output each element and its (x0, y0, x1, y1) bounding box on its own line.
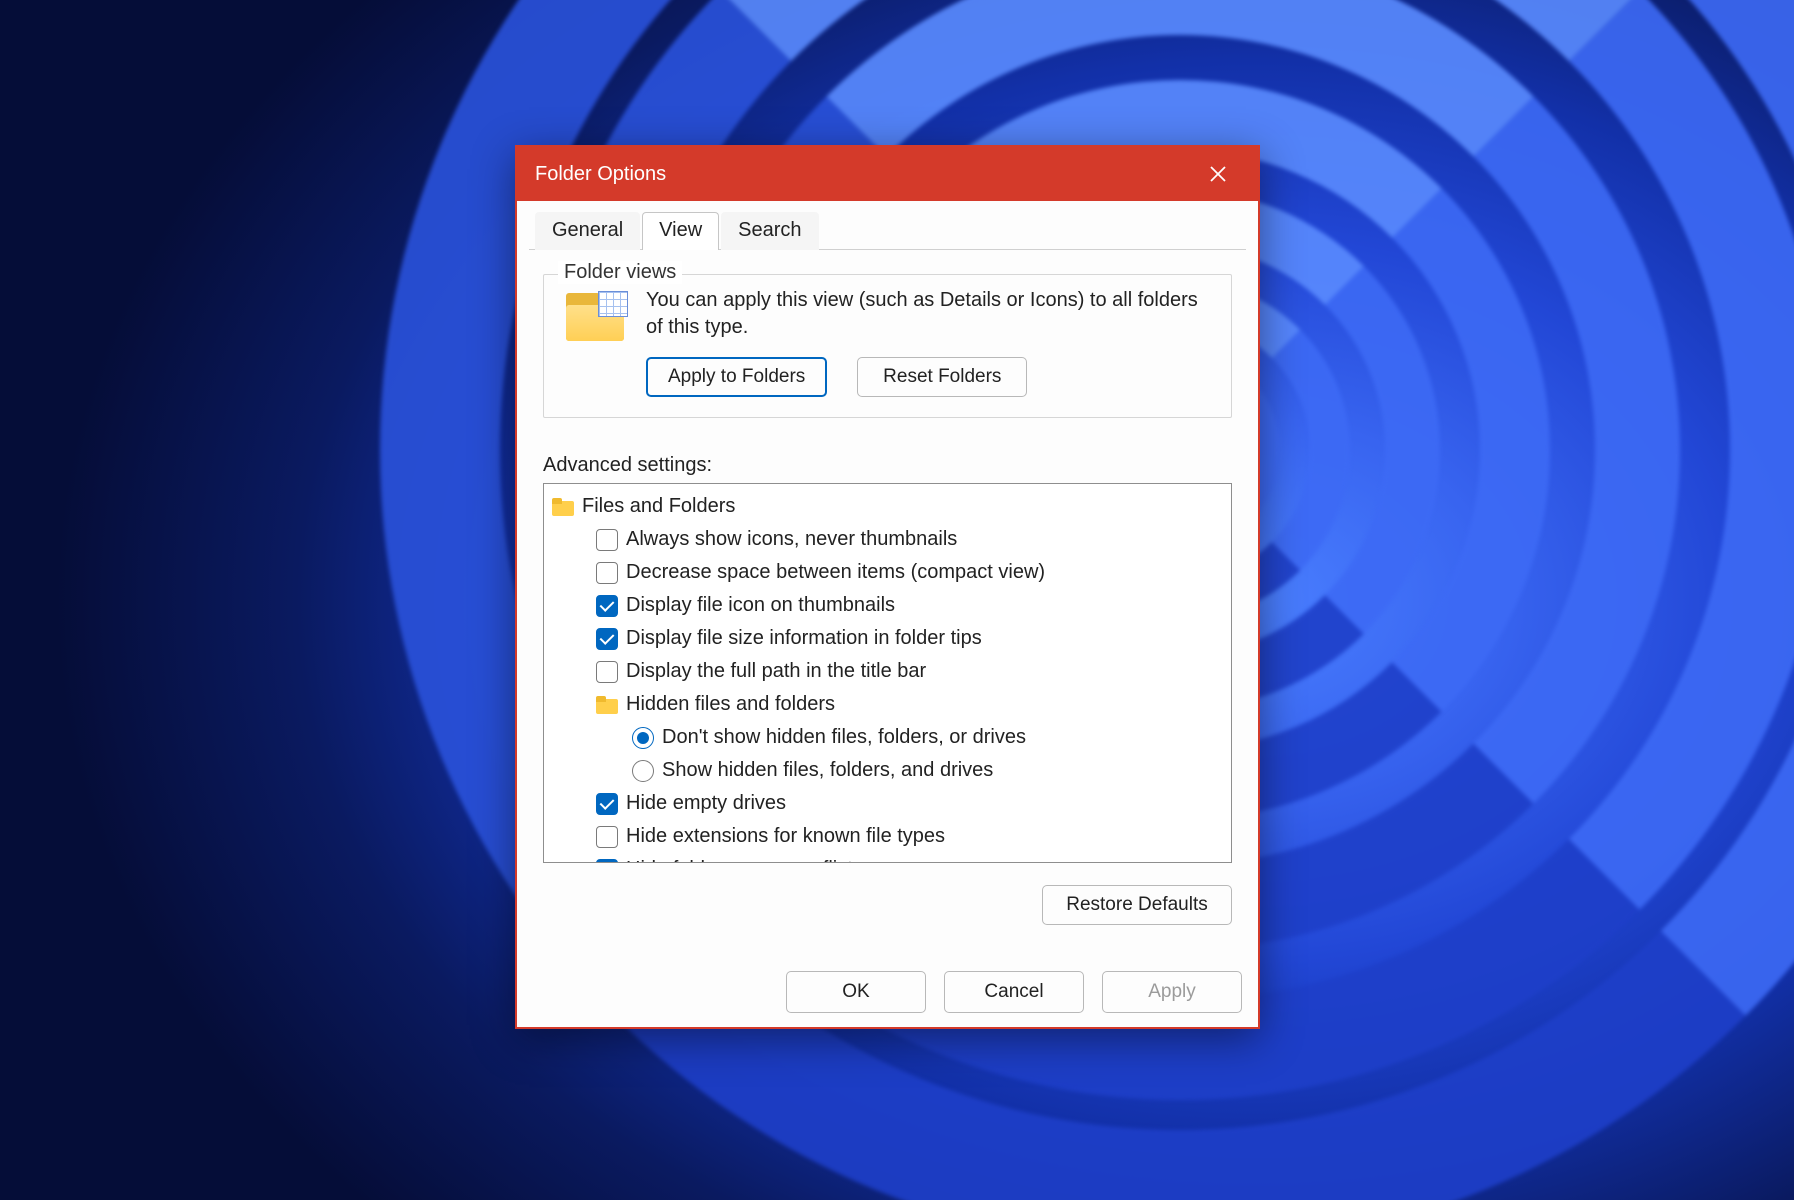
folder-views-description: You can apply this view (such as Details… (646, 287, 1213, 341)
radio-hidden-dont-show[interactable] (632, 727, 654, 749)
folder-views-group: Folder views You can apply this view (su… (543, 274, 1232, 418)
tree-label: Hidden files and folders (626, 691, 835, 718)
tree-label: Display the full path in the title bar (626, 658, 926, 685)
tree-label: Hide folder merge conflicts (626, 856, 863, 863)
checkbox-hide-empty[interactable] (596, 793, 618, 815)
tree-label: Always show icons, never thumbnails (626, 526, 957, 553)
tab-strip: General View Search (529, 201, 1246, 250)
folder-icon (552, 498, 574, 516)
checkbox-compact-view[interactable] (596, 562, 618, 584)
tree-item-hide-empty[interactable]: Hide empty drives (548, 787, 1227, 820)
tree-item-always-icons[interactable]: Always show icons, never thumbnails (548, 523, 1227, 556)
reset-folders-button[interactable]: Reset Folders (857, 357, 1027, 397)
tree-label: Files and Folders (582, 493, 735, 520)
checkbox-always-icons[interactable] (596, 529, 618, 551)
tree-item-full-path[interactable]: Display the full path in the title bar (548, 655, 1227, 688)
tree-group-files-folders: Files and Folders (548, 490, 1227, 523)
apply-to-folders-button[interactable]: Apply to Folders (646, 357, 827, 397)
tree-label: Display file size information in folder … (626, 625, 982, 652)
tree-group-hidden: Hidden files and folders (548, 688, 1227, 721)
tree-label: Show hidden files, folders, and drives (662, 757, 993, 784)
dialog-title: Folder Options (535, 163, 1196, 186)
restore-defaults-button[interactable]: Restore Defaults (1042, 885, 1232, 925)
tree-label: Hide empty drives (626, 790, 786, 817)
folder-views-icon (566, 293, 624, 341)
advanced-settings-tree[interactable]: Files and Folders Always show icons, nev… (543, 483, 1232, 863)
tree-item-hide-merge[interactable]: Hide folder merge conflicts (548, 853, 1227, 863)
tree-item-hidden-dont-show[interactable]: Don't show hidden files, folders, or dri… (548, 721, 1227, 754)
checkbox-icon-on-thumbs[interactable] (596, 595, 618, 617)
folder-icon (596, 696, 618, 714)
folder-views-legend: Folder views (558, 261, 682, 284)
tree-label: Display file icon on thumbnails (626, 592, 895, 619)
tree-item-icon-on-thumbs[interactable]: Display file icon on thumbnails (548, 589, 1227, 622)
folder-options-dialog: Folder Options General View Search Folde… (515, 145, 1260, 1029)
tree-item-compact-view[interactable]: Decrease space between items (compact vi… (548, 556, 1227, 589)
tree-item-hidden-show[interactable]: Show hidden files, folders, and drives (548, 754, 1227, 787)
close-icon (1209, 165, 1227, 183)
ok-button[interactable]: OK (786, 971, 926, 1013)
apply-button[interactable]: Apply (1102, 971, 1242, 1013)
cancel-button[interactable]: Cancel (944, 971, 1084, 1013)
advanced-settings-label: Advanced settings: (543, 454, 1232, 477)
tree-item-hide-ext[interactable]: Hide extensions for known file types (548, 820, 1227, 853)
checkbox-hide-ext[interactable] (596, 826, 618, 848)
titlebar[interactable]: Folder Options (517, 147, 1258, 201)
tree-item-size-in-tips[interactable]: Display file size information in folder … (548, 622, 1227, 655)
tab-search[interactable]: Search (721, 212, 818, 250)
tab-view[interactable]: View (642, 212, 719, 250)
tab-general[interactable]: General (535, 212, 640, 250)
tree-label: Hide extensions for known file types (626, 823, 945, 850)
tree-label: Don't show hidden files, folders, or dri… (662, 724, 1026, 751)
checkbox-size-in-tips[interactable] (596, 628, 618, 650)
checkbox-full-path[interactable] (596, 661, 618, 683)
close-button[interactable] (1196, 154, 1240, 194)
checkbox-hide-merge[interactable] (596, 859, 618, 864)
radio-hidden-show[interactable] (632, 760, 654, 782)
tree-label: Decrease space between items (compact vi… (626, 559, 1045, 586)
dialog-footer: OK Cancel Apply (533, 971, 1242, 1013)
